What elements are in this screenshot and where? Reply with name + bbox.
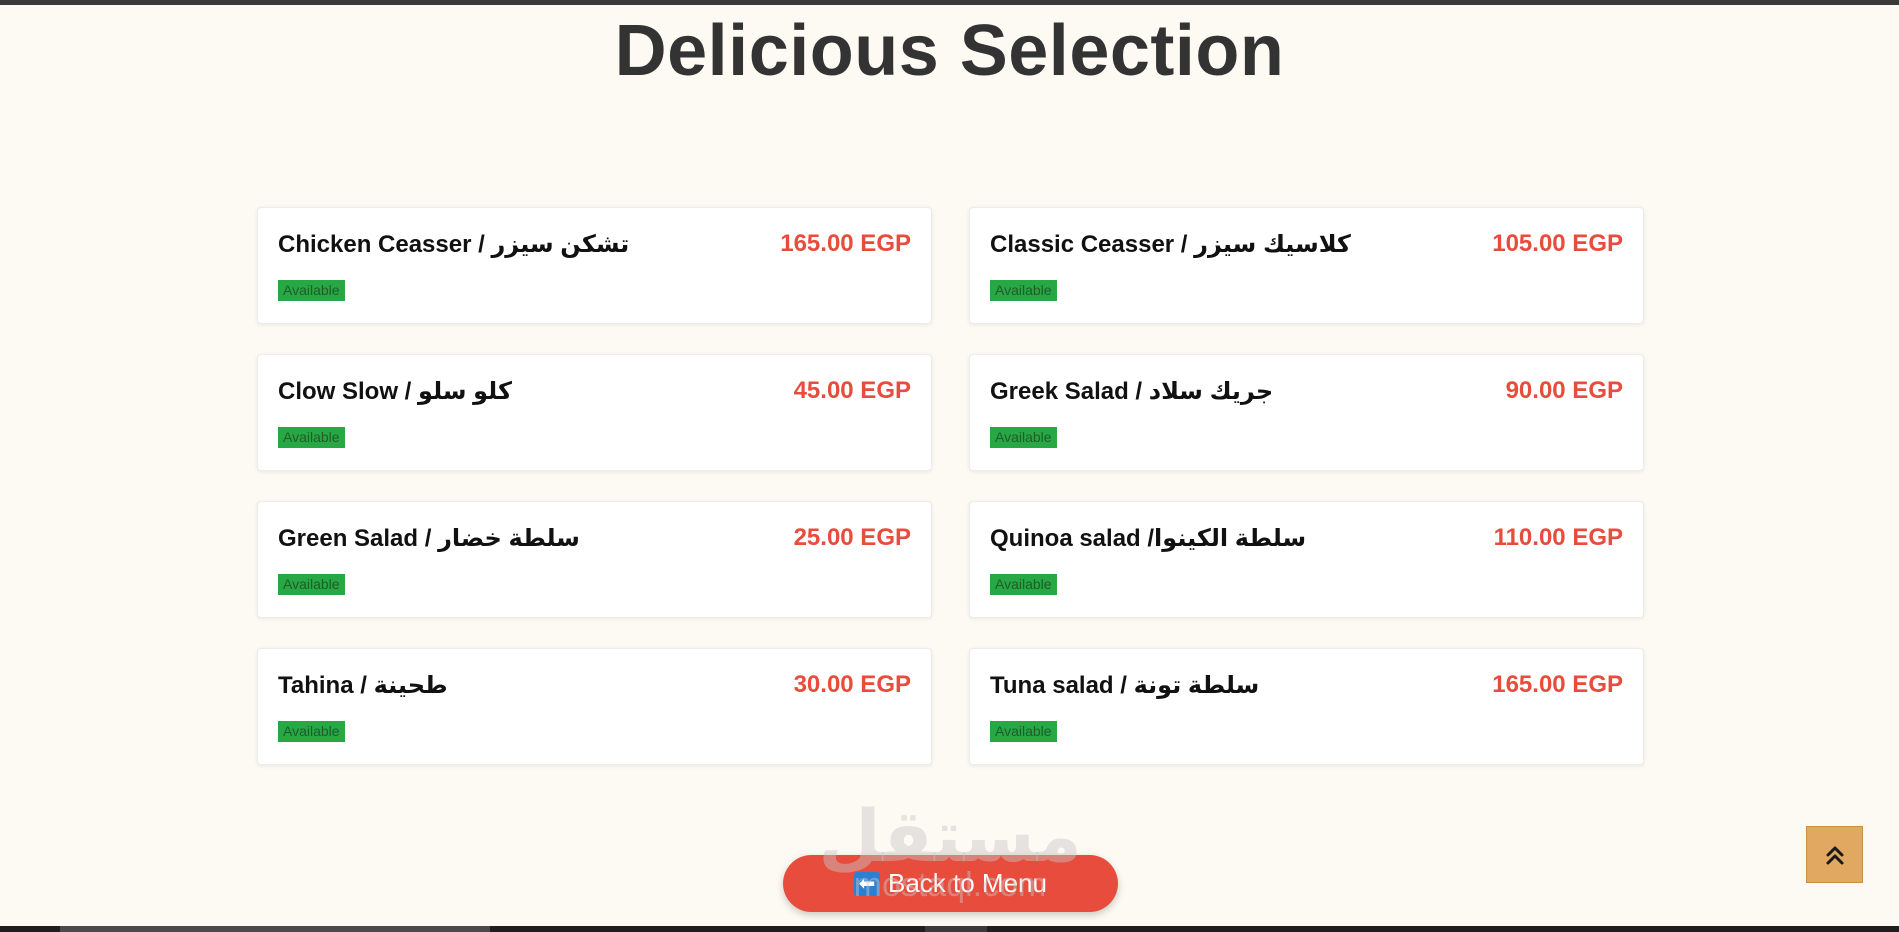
item-price: 90.00 EGP [1505,377,1623,404]
menu-item-card[interactable]: Greek Salad / جريك سلاد 90.00 EGP Availa… [969,354,1644,471]
menu-item-card[interactable]: Green Salad / سلطة خضار 25.00 EGP Availa… [257,501,932,618]
item-name: Chicken Ceasser / تشكن سيزر [278,231,630,258]
back-to-menu-button[interactable]: ⬅ Back to Menu [783,855,1118,912]
item-price: 165.00 EGP [780,230,911,257]
status-badge: Available [278,574,345,595]
bottom-scrollbar-segment [925,926,987,932]
menu-item-card[interactable]: Clow Slow / كلو سلو 45.00 EGP Available [257,354,932,471]
status-badge: Available [278,280,345,301]
bottom-scrollbar-segment [60,926,490,932]
bottom-edge [0,926,1899,932]
status-badge: Available [990,280,1057,301]
item-name: Tahina / طحينة [278,672,448,699]
item-name: Classic Ceasser / كلاسيك سيزر [990,231,1351,258]
status-badge: Available [278,721,345,742]
item-name: Tuna salad / سلطة تونة [990,672,1260,699]
item-name: Quinoa salad /سلطة الكينوا [990,525,1307,552]
status-badge: Available [990,427,1057,448]
menu-item-card[interactable]: Chicken Ceasser / تشكن سيزر 165.00 EGP A… [257,207,932,324]
menu-item-card[interactable]: Tuna salad / سلطة تونة 165.00 EGP Availa… [969,648,1644,765]
menu-item-card[interactable]: Tahina / طحينة 30.00 EGP Available [257,648,932,765]
item-price: 45.00 EGP [793,377,911,404]
item-price: 30.00 EGP [793,671,911,698]
item-price: 165.00 EGP [1492,671,1623,698]
item-name: Greek Salad / جريك سلاد [990,378,1274,405]
arrow-left-icon: ⬅ [854,871,880,896]
status-badge: Available [990,721,1057,742]
back-to-menu-label: Back to Menu [888,868,1047,898]
status-badge: Available [990,574,1057,595]
item-name: Green Salad / سلطة خضار [278,525,580,552]
menu-items-grid: Chicken Ceasser / تشكن سيزر 165.00 EGP A… [257,207,1644,765]
item-name: Clow Slow / كلو سلو [278,378,512,405]
item-price: 25.00 EGP [793,524,911,551]
status-badge: Available [278,427,345,448]
scroll-to-top-button[interactable] [1806,826,1863,883]
menu-item-card[interactable]: Quinoa salad /سلطة الكينوا 110.00 EGP Av… [969,501,1644,618]
top-border [0,0,1899,5]
page-title: Delicious Selection [614,11,1285,91]
item-price: 105.00 EGP [1492,230,1623,257]
menu-item-card[interactable]: Classic Ceasser / كلاسيك سيزر 105.00 EGP… [969,207,1644,324]
item-price: 110.00 EGP [1493,524,1623,551]
double-chevron-up-icon [1826,846,1843,864]
